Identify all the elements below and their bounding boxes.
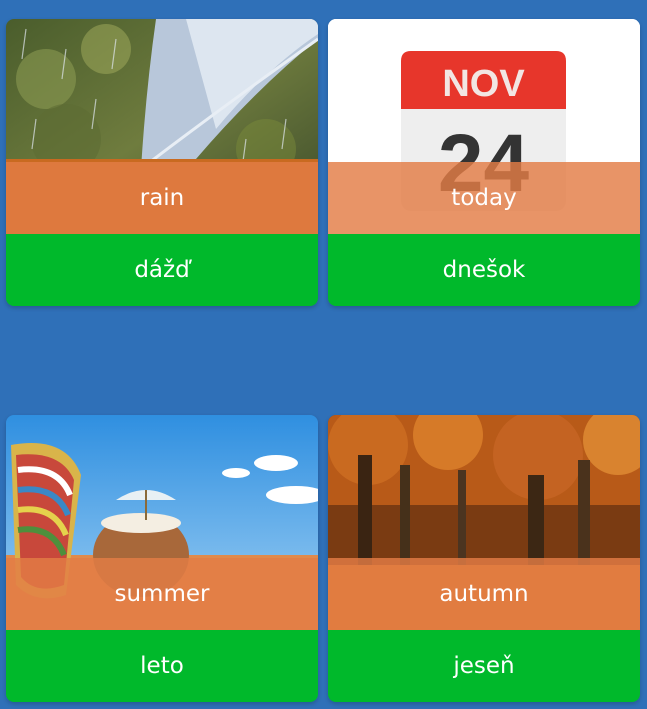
- card-answer: dážď: [6, 234, 318, 306]
- calendar-month: NOV: [442, 63, 525, 105]
- card-answer: leto: [6, 630, 318, 702]
- card-answer: jeseň: [328, 630, 640, 702]
- card-prompt: rain: [6, 162, 318, 234]
- flashcard-today[interactable]: NOV 24 today dnešok: [328, 19, 640, 306]
- card-prompt: today: [328, 162, 640, 234]
- flashcard-rain[interactable]: rain dážď: [6, 19, 318, 306]
- card-prompt: autumn: [328, 558, 640, 630]
- card-answer: dnešok: [328, 234, 640, 306]
- card-prompt: summer: [6, 558, 318, 630]
- flashcard-summer[interactable]: summer leto: [6, 415, 318, 702]
- flashcard-autumn[interactable]: autumn jeseň: [328, 415, 640, 702]
